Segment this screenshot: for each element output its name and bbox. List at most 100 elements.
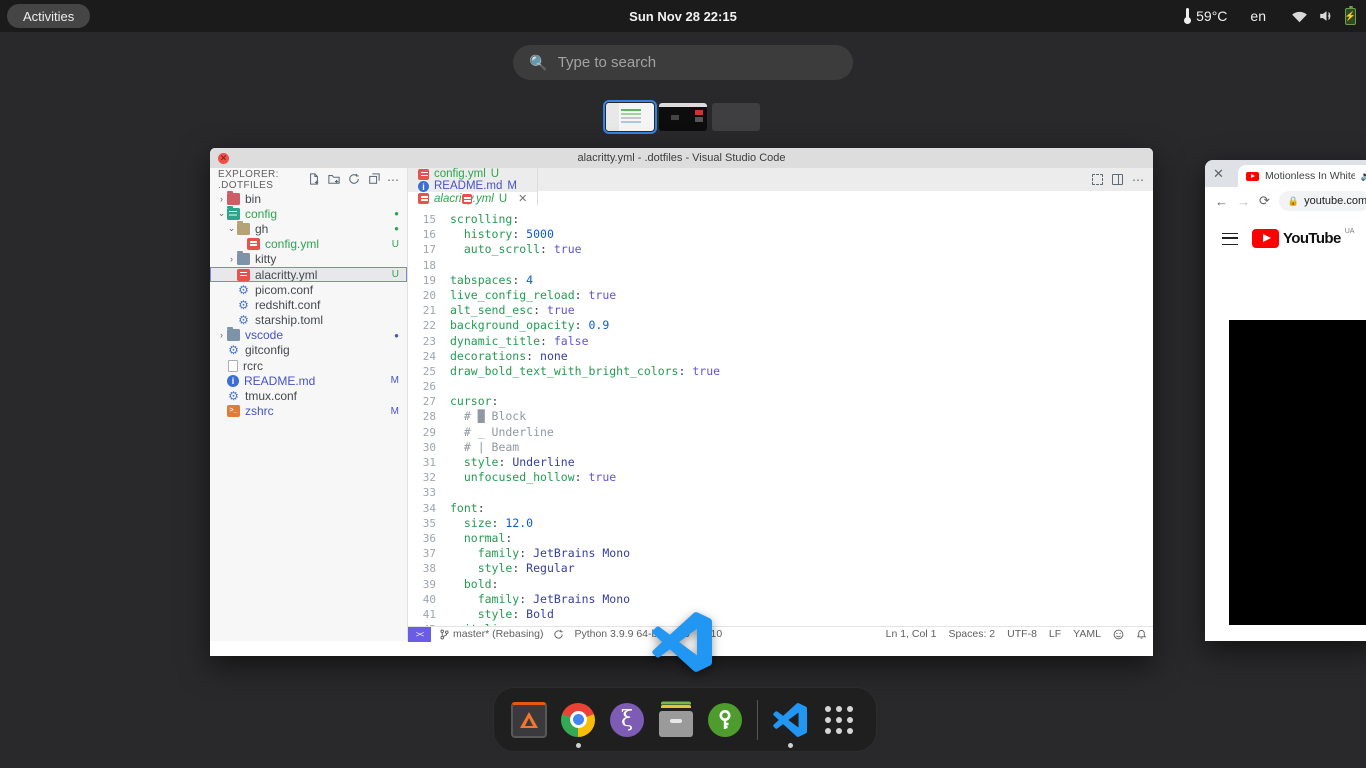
tree-item-rcrc[interactable]: rcrc	[210, 358, 407, 373]
chevron-icon[interactable]: ›	[226, 254, 237, 264]
tree-item-kitty[interactable]: ›kitty	[210, 252, 407, 267]
dock-item-chrome[interactable]	[558, 700, 598, 740]
vscode-app-badge-icon[interactable]	[652, 612, 712, 672]
temperature-indicator: 59°C	[1184, 8, 1227, 24]
status-ln-1-col-1[interactable]: Ln 1, Col 1	[886, 628, 937, 640]
tab-label: config.yml	[434, 168, 486, 180]
status-python-3-9-9-64-bit[interactable]: Python 3.9.9 64-bit	[574, 628, 662, 640]
line-number: 22	[408, 318, 450, 333]
line-number: 15	[408, 212, 450, 227]
status-lf[interactable]: LF	[1049, 628, 1061, 640]
tree-item-label: alacritty.yml	[255, 268, 388, 282]
vscode-window-title: alacritty.yml - .dotfiles - Visual Studi…	[577, 152, 785, 164]
git-status-badge: ●	[394, 209, 399, 218]
tree-item-gh[interactable]: ⌄gh●	[210, 221, 407, 236]
status-utf-8[interactable]: UTF-8	[1007, 628, 1037, 640]
new-file-icon[interactable]	[307, 173, 320, 186]
status-yaml[interactable]: YAML	[1073, 628, 1101, 640]
system-status-area[interactable]: 59°C en ⚡	[1184, 0, 1356, 32]
tree-item-label: starship.toml	[255, 313, 399, 327]
window-close-button[interactable]: ✕	[218, 153, 229, 164]
chevron-icon[interactable]: ›	[216, 194, 227, 204]
open-changes-icon[interactable]	[1092, 174, 1103, 185]
tab-close-icon[interactable]: ✕	[518, 192, 527, 205]
vscode-titlebar[interactable]: ✕ alacritty.yml - .dotfiles - Visual Stu…	[210, 148, 1153, 168]
dock-item-emacs[interactable]: ξ	[607, 700, 647, 740]
dock-item-app-grid[interactable]	[819, 700, 859, 740]
back-button[interactable]: ←	[1215, 194, 1228, 209]
address-bar[interactable]: 🔒 youtube.com/wa	[1279, 191, 1366, 211]
tree-item-config[interactable]: ⌄config●	[210, 206, 407, 221]
editor-more-icon[interactable]: ⋯	[1132, 173, 1145, 187]
tree-item-README.md[interactable]: iREADME.mdM	[210, 373, 407, 388]
status-spaces-2[interactable]: Spaces: 2	[948, 628, 995, 640]
tree-item-vscode[interactable]: ›vscode●	[210, 328, 407, 343]
tree-item-starship.toml[interactable]: ⚙starship.toml	[210, 313, 407, 328]
workspace-thumbnail-1[interactable]	[606, 103, 654, 131]
split-editor-icon[interactable]	[1112, 174, 1123, 185]
dock-item-vscode[interactable]	[770, 700, 810, 740]
reload-button[interactable]: ⟳	[1259, 193, 1270, 209]
tree-item-picom.conf[interactable]: ⚙picom.conf	[210, 282, 407, 297]
search-icon: 🔍	[529, 54, 548, 72]
keyboard-layout-indicator[interactable]: en	[1250, 8, 1266, 24]
vscode-window[interactable]: ✕ alacritty.yml - .dotfiles - Visual Stu…	[210, 148, 1153, 656]
search-input[interactable]: 🔍 Type to search	[513, 45, 853, 80]
tab-README.md[interactable]: iREADME.mdM	[408, 180, 538, 192]
video-player[interactable]	[1229, 320, 1366, 625]
explorer-more-icon[interactable]: ⋯	[387, 173, 399, 187]
tree-item-alacritty.yml[interactable]: alacritty.ymlU	[210, 267, 407, 282]
dock-item-files[interactable]	[656, 700, 696, 740]
editor-tabbar: config.ymlUiREADME.mdMalacritty.ymlU✕ ⋯	[408, 168, 1153, 191]
new-folder-icon[interactable]	[327, 173, 340, 186]
tab-audio-icon[interactable]: 🔊	[1361, 171, 1366, 182]
tab-git-badge: U	[499, 193, 507, 205]
tree-item-bin[interactable]: ›bin	[210, 191, 407, 206]
tab-alacritty.yml[interactable]: alacritty.ymlU✕	[408, 192, 538, 205]
clock[interactable]: Sun Nov 28 22:15	[0, 9, 1366, 24]
code-editor[interactable]: 15scrolling:16 history: 500017 auto_scro…	[408, 207, 1153, 626]
line-number: 19	[408, 273, 450, 288]
status-sync[interactable]	[553, 629, 564, 640]
gear-icon: ⚙	[237, 284, 250, 296]
tree-item-redshift.conf[interactable]: ⚙redshift.conf	[210, 297, 407, 312]
tree-item-zshrc[interactable]: >_zshrcM	[210, 404, 407, 419]
line-number: 27	[408, 394, 450, 409]
tree-item-config.yml[interactable]: config.ymlU	[210, 237, 407, 252]
chevron-icon[interactable]: ⌄	[216, 208, 227, 219]
code-line-41: 41 style: Bold	[408, 607, 1153, 622]
line-number: 37	[408, 546, 450, 561]
remote-indicator[interactable]: ><	[408, 627, 431, 642]
git-status-badge: M	[391, 406, 399, 417]
code-line-26: 26	[408, 379, 1153, 394]
git-status-badge: ●	[394, 331, 399, 340]
chevron-icon[interactable]: ›	[216, 330, 227, 340]
status-label: master* (Rebasing)	[453, 628, 543, 640]
tab-config.yml[interactable]: config.ymlU	[408, 168, 538, 180]
tree-item-tmux.conf[interactable]: ⚙tmux.conf	[210, 388, 407, 403]
menu-hamburger-icon[interactable]	[1222, 233, 1238, 245]
chevron-icon[interactable]: ⌄	[226, 223, 237, 234]
code-line-20: 20live_config_reload: true	[408, 288, 1153, 303]
feedback-icon[interactable]	[1113, 629, 1124, 640]
dock: ξ	[493, 687, 877, 752]
youtube-logo[interactable]: YouTube UA	[1252, 229, 1354, 248]
collapse-folders-icon[interactable]	[367, 173, 380, 186]
dock-item-alacritty[interactable]	[509, 700, 549, 740]
workspace-thumbnail-new[interactable]	[712, 103, 760, 131]
dock-item-keepassxc[interactable]	[705, 700, 745, 740]
chrome-tab[interactable]: Motionless In White - A 🔊	[1238, 165, 1366, 187]
chrome-close-icon[interactable]: ✕	[1213, 166, 1224, 182]
status-branch[interactable]: master* (Rebasing)	[439, 628, 543, 640]
notifications-bell-icon[interactable]	[1136, 629, 1147, 640]
refresh-icon[interactable]	[347, 173, 360, 186]
code-line-19: 19tabspaces: 4	[408, 273, 1153, 288]
chrome-icon	[561, 703, 595, 737]
workspace-thumbnail-2[interactable]	[659, 103, 707, 131]
tree-item-gitconfig[interactable]: ⚙gitconfig	[210, 343, 407, 358]
search-placeholder: Type to search	[558, 54, 656, 71]
chrome-window[interactable]: ✕ Motionless In White - A 🔊 ← → ⟳ 🔒 yout…	[1205, 160, 1366, 641]
thermometer-icon	[1184, 8, 1190, 24]
forward-button[interactable]: →	[1237, 194, 1250, 209]
code-line-23: 23dynamic_title: false	[408, 334, 1153, 349]
